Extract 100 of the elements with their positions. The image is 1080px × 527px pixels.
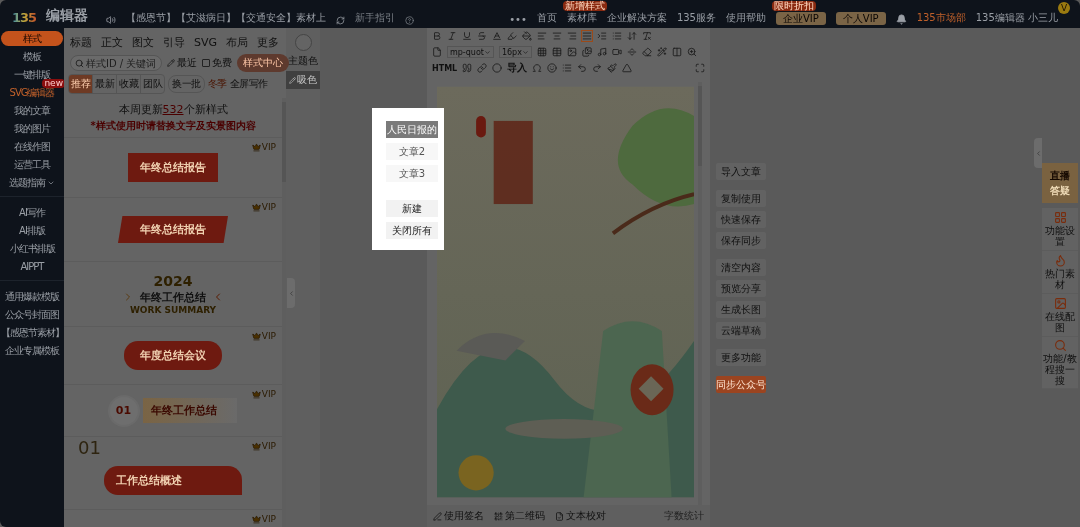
style-card[interactable]: 01 年终工作总结 VIP [64, 385, 282, 437]
nav-item[interactable]: 我的文章 [1, 103, 63, 118]
article-tab[interactable]: 人民日报的 [386, 121, 438, 138]
action-button[interactable]: 更多功能 [716, 349, 766, 366]
nav-item[interactable]: AI写作 [1, 205, 63, 220]
side-tool-button[interactable]: 在线配图 [1042, 294, 1078, 337]
nav-item[interactable]: 公众号封面图 [1, 307, 63, 322]
action-button[interactable]: 复制使用 [716, 190, 766, 207]
maximize-icon[interactable] [695, 63, 705, 73]
announcement-link[interactable]: 【感恩节】【艾滋病日】【交通安全】素材上 [126, 11, 327, 25]
color-swatch[interactable] [294, 34, 312, 51]
music-icon[interactable] [596, 47, 607, 57]
category-tab[interactable]: 正文 [101, 34, 123, 50]
size-select[interactable]: 16px [498, 46, 532, 58]
recent-button[interactable]: 最近 [167, 56, 197, 70]
zoom-in-icon[interactable] [686, 47, 697, 57]
undo-icon[interactable] [577, 63, 588, 73]
popup-button[interactable]: 新建 [386, 200, 438, 217]
action-button[interactable]: 生成长图 [716, 301, 766, 318]
collapse-handle[interactable] [287, 278, 295, 308]
file-icon[interactable] [432, 47, 442, 57]
clear-format-icon[interactable] [642, 31, 652, 41]
table-icon[interactable] [551, 47, 562, 57]
category-tab[interactable]: 更多 [257, 34, 280, 50]
category-tab[interactable]: 标题 [70, 34, 92, 50]
style-card[interactable]: 年终总结报告 VIP [64, 198, 282, 262]
line-height-icon[interactable] [627, 31, 637, 41]
fullscreen-link[interactable]: 全屏写作 [229, 77, 268, 91]
underline-icon[interactable] [462, 31, 472, 41]
highlighter-icon[interactable] [507, 31, 517, 41]
align-center-icon[interactable] [552, 31, 562, 41]
article-tab[interactable]: 文章3 [386, 165, 438, 182]
format-painter-icon[interactable] [607, 63, 618, 73]
nav-item[interactable]: AI排版 [1, 223, 63, 238]
search-field[interactable]: 样式ID / 关键词 [70, 55, 162, 71]
nav-item[interactable]: 我的图片 [1, 121, 63, 136]
nav-link[interactable]: 首页 [536, 11, 557, 25]
align-right-icon[interactable] [567, 31, 577, 41]
bold-icon[interactable] [432, 31, 442, 41]
style-card[interactable]: 01 工作总结概述 VIP [64, 437, 282, 510]
side-tool-button[interactable]: 热门素材 [1042, 251, 1078, 294]
category-tab[interactable]: SVG [194, 35, 218, 49]
indent-icon[interactable] [597, 31, 607, 41]
eraser-icon[interactable] [641, 47, 652, 57]
images-icon[interactable] [581, 47, 592, 57]
paint-bucket-icon[interactable] [522, 31, 532, 41]
collapse-handle[interactable] [1034, 138, 1042, 168]
popup-button[interactable]: 关闭所有 [386, 222, 438, 239]
nav-item[interactable]: 一键排版 [1, 67, 63, 82]
nav-item[interactable]: SVG编辑器 [1, 85, 63, 100]
quote-icon[interactable] [462, 63, 473, 73]
nav-item[interactable]: 【感恩节素材】 [1, 325, 64, 340]
help-icon[interactable] [405, 16, 415, 25]
nav-item[interactable]: 选题指南 [1, 175, 63, 190]
nav-item[interactable]: 小红书排版 [1, 241, 63, 256]
bell-icon[interactable] [895, 14, 907, 25]
omega-icon[interactable] [532, 63, 543, 73]
action-button[interactable]: 清空内容 [716, 259, 766, 276]
image-icon[interactable] [566, 47, 577, 57]
grid-icon[interactable] [536, 47, 547, 57]
filter-tab[interactable]: 最新 [93, 75, 117, 93]
triangle-icon[interactable] [622, 63, 633, 73]
import-button[interactable]: 导入 [507, 61, 528, 75]
align-left-icon[interactable] [537, 31, 547, 41]
nav-item[interactable]: 通用爆款模版 [1, 289, 63, 304]
nav-item[interactable]: 在线作图 [1, 139, 63, 154]
wand-icon[interactable] [656, 47, 667, 57]
refresh-icon[interactable] [336, 16, 346, 25]
action-button[interactable]: 快速保存 [716, 211, 766, 228]
side-tool-button[interactable]: 功能设置 [1042, 208, 1078, 251]
list-icon[interactable] [562, 63, 573, 73]
footer-link[interactable]: 使用签名 [433, 509, 484, 523]
category-tab[interactable]: 图文 [132, 34, 154, 50]
vip-button[interactable]: 企业VIP [776, 12, 826, 25]
user-link[interactable]: 135编辑器 小三儿 [975, 11, 1058, 25]
video-icon[interactable] [611, 47, 622, 57]
link-icon[interactable] [477, 63, 488, 73]
font-select[interactable]: mp-quot [447, 46, 494, 58]
font-color-icon[interactable] [492, 31, 502, 41]
nav-item[interactable]: 企业专属模板 [1, 343, 63, 358]
footer-link[interactable]: 文本校对 [555, 509, 606, 523]
nav-link[interactable]: 素材库 [566, 11, 597, 25]
free-checkbox[interactable]: 免费 [202, 56, 232, 70]
justify-button[interactable] [582, 31, 592, 41]
team-link[interactable]: 135市场部 [916, 11, 966, 25]
action-button[interactable]: 保存同步 [716, 232, 766, 249]
action-button[interactable]: 导入文章 [716, 163, 766, 180]
separator-icon[interactable] [626, 47, 637, 57]
italic-icon[interactable] [447, 31, 457, 41]
circle-icon[interactable] [492, 63, 503, 73]
category-tab[interactable]: 引导 [163, 34, 185, 50]
smile-icon[interactable] [547, 63, 558, 73]
list-icon[interactable] [612, 31, 622, 41]
filter-tab[interactable]: 团队 [141, 75, 164, 93]
nav-link[interactable]: 135服务 [676, 11, 716, 25]
live-qa-button[interactable]: 直播 答疑 [1042, 163, 1078, 203]
article-tab[interactable]: 文章2 [386, 143, 438, 160]
action-button[interactable]: 预览分享 [716, 280, 766, 297]
style-card[interactable]: 年度总结会议 VIP [64, 327, 282, 385]
season-link[interactable]: 冬季 [207, 77, 227, 91]
